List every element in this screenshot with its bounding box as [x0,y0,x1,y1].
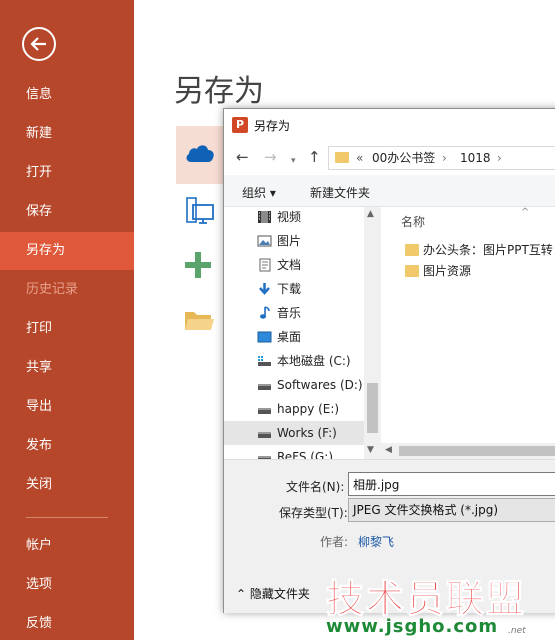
navigation-tree: 视频 图片 文档 下载 音乐 桌面 本地磁盘 (C:) Softwares (D… [224,207,381,459]
tree-item[interactable]: Works (F:) [224,421,364,445]
tree-item[interactable]: Softwares (D:) [224,373,364,397]
music-icon [260,306,270,319]
new-folder-button[interactable]: 新建文件夹 [310,184,370,201]
add-place-icon [185,252,211,278]
filename-label: 文件名(N): [286,480,345,494]
nav-item-print[interactable]: 打印 [0,310,134,348]
hide-folders-toggle[interactable]: ⌃ 隐藏文件夹 [236,585,310,602]
nav-item-open[interactable]: 打开 [0,154,134,192]
author-label: 作者: [320,535,349,549]
location-add-place[interactable] [176,238,224,296]
downloads-icon [259,283,270,295]
address-segment[interactable]: 00办公书签 [372,147,435,169]
nav-item-options[interactable]: 选项 [0,566,134,604]
address-separator-icon[interactable]: › [442,147,447,169]
tree-item[interactable]: 视频 [224,207,364,229]
nav-item-save-as[interactable]: 另存为 [0,232,134,270]
file-list-hscrollbar[interactable]: ◀ [381,443,555,459]
column-header-name[interactable]: 名称 [401,213,425,230]
backstage-nav: 信息 新建 打开 保存 另存为 历史记录 打印 共享 导出 发布 关闭 帐户 选… [0,0,134,640]
dialog-toolbar: 组织 ▾ 新建文件夹 [224,175,555,207]
drive-icon [258,408,271,414]
author-value[interactable]: 柳黎飞 [358,533,394,550]
system-drive-icon [258,356,271,366]
desktop-icon [257,331,272,343]
watermark-url: www.jsgho.com [326,616,499,637]
save-as-dialog: P 另存为 ← → ▾ ↑ « 00办公书签 › 1018 › 组织 ▾ 新建文… [223,108,555,613]
nav-item-save[interactable]: 保存 [0,193,134,231]
onedrive-cloud-icon [186,145,214,162]
scroll-up-icon[interactable]: ▲ [367,209,374,219]
location-browse[interactable] [176,294,224,352]
tree-item[interactable]: 音乐 [224,301,364,325]
powerpoint-logo-icon: P [232,117,248,133]
chevron-up-icon: ⌃ [236,587,247,601]
tree-item[interactable]: 图片 [224,229,364,253]
organize-button[interactable]: 组织 ▾ [242,184,276,201]
save-form: 文件名(N): 保存类型(T): JPEG 文件交换格式 (*.jpg) 作者:… [224,459,555,582]
dialog-title: 另存为 [254,119,291,133]
file-type-select[interactable]: JPEG 文件交换格式 (*.jpg) [348,498,555,522]
pictures-folder-icon [257,235,272,247]
folder-icon [405,265,419,277]
tree-item[interactable]: 下载 [224,277,364,301]
folder-icon [405,244,419,256]
tree-item[interactable]: 文档 [224,253,364,277]
tree-item[interactable]: 桌面 [224,325,364,349]
watermark-title: 技术员联盟 [325,577,527,622]
tree-item[interactable]: ReFS (G:) [224,445,364,459]
nav-divider [26,517,108,518]
browse-folder-icon [185,312,214,330]
nav-item-export[interactable]: 导出 [0,388,134,426]
documents-folder-icon [259,258,271,272]
location-onedrive[interactable] [176,126,224,184]
address-overflow[interactable]: « [356,147,363,169]
scroll-thumb[interactable] [367,383,378,433]
nav-item-account[interactable]: 帐户 [0,527,134,565]
scroll-down-icon[interactable]: ▼ [367,445,374,455]
address-bar[interactable]: « 00办公书签 › 1018 › [328,146,555,170]
file-type-label: 保存类型(T): [279,506,348,520]
scroll-thumb[interactable] [399,446,555,456]
nav-item-publish[interactable]: 发布 [0,427,134,465]
nav-item-share[interactable]: 共享 [0,349,134,387]
recent-dropdown-icon[interactable]: ▾ [291,153,296,169]
watermark-suffix: .net [508,626,526,636]
tree-item[interactable]: happy (E:) [224,397,364,421]
video-folder-icon [258,211,271,223]
folder-icon [335,152,349,163]
drive-icon [258,432,271,438]
nav-item-close[interactable]: 关闭 [0,466,134,504]
dialog-titlebar: P 另存为 [224,109,555,141]
tree-item[interactable]: 本地磁盘 (C:) [224,349,364,373]
up-folder-icon[interactable]: ↑ [308,149,321,165]
nav-item-info[interactable]: 信息 [0,76,134,114]
drive-icon [258,384,271,390]
nav-item-new[interactable]: 新建 [0,115,134,153]
watermark-logo: 技术员联盟 www.jsgho.com .net [325,568,555,640]
drive-icon [258,456,271,459]
nav-item-history[interactable]: 历史记录 [0,271,134,309]
address-separator-icon[interactable]: › [497,147,502,169]
address-segment[interactable]: 1018 [460,147,491,169]
sort-ascending-icon[interactable]: ^ [521,207,529,218]
page-title: 另存为 [174,74,264,109]
back-arrow-icon[interactable] [22,27,56,61]
tree-scrollbar[interactable]: ▲ ▼ [364,207,381,459]
file-list: ^ 名称 办公头条：图片PPT互转 图片资源 [381,207,555,443]
back-icon[interactable]: ← [236,149,249,165]
nav-item-feedback[interactable]: 反馈 [0,605,134,640]
scroll-left-icon[interactable]: ◀ [385,445,392,455]
forward-icon[interactable]: → [264,149,277,165]
filename-input[interactable] [348,472,555,496]
address-row: ← → ▾ ↑ « 00办公书签 › 1018 › [224,141,555,175]
this-pc-icon [186,197,214,224]
